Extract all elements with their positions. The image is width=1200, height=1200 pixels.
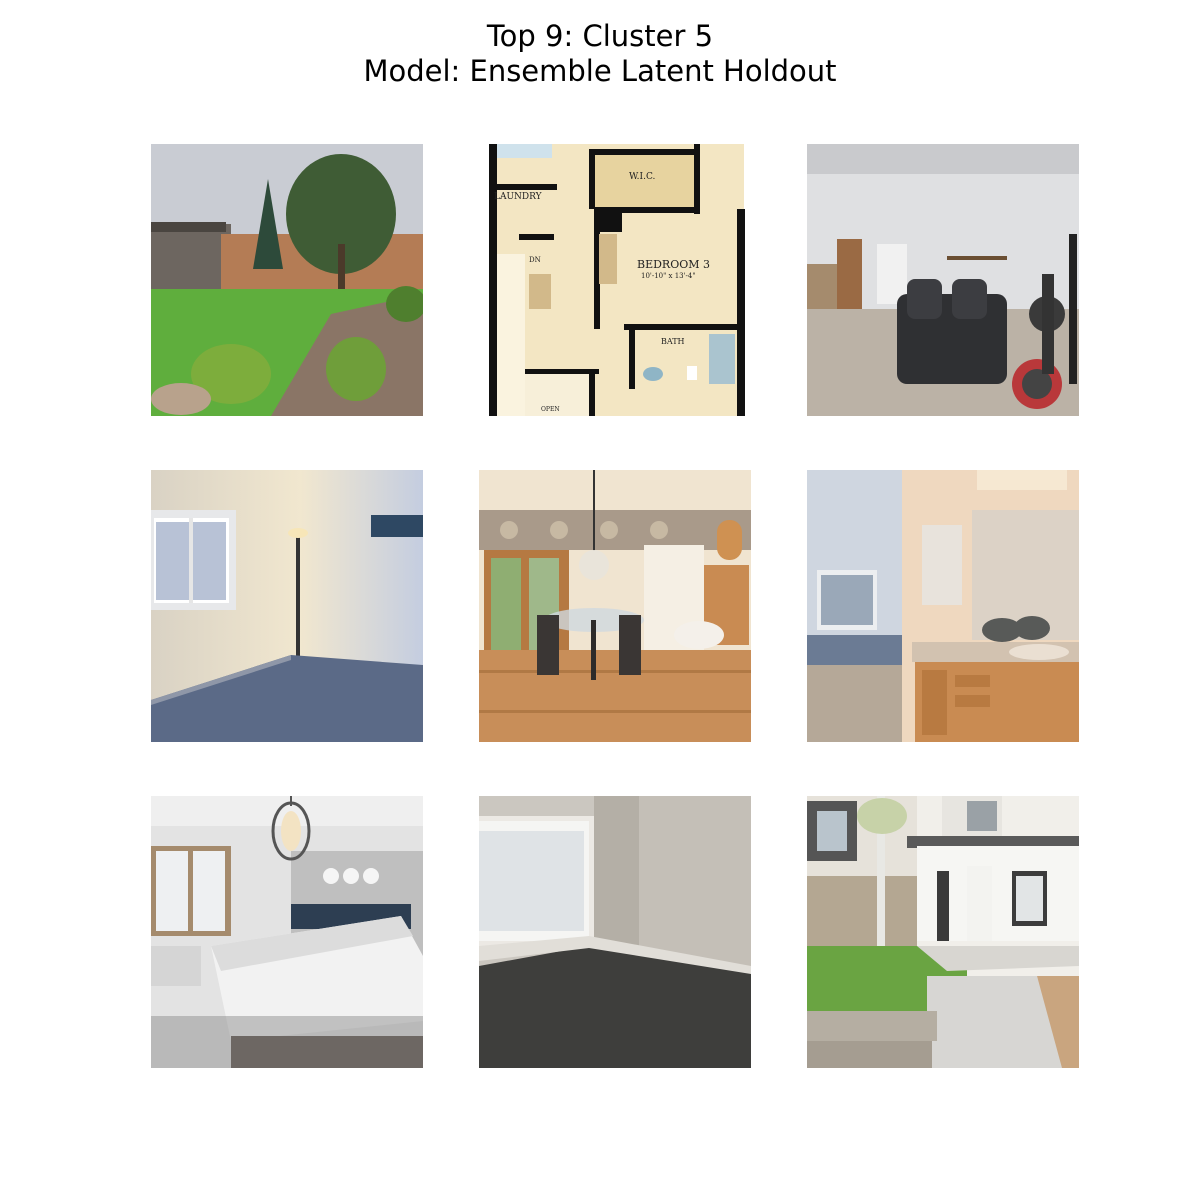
- svg-text:OPEN: OPEN: [541, 406, 560, 413]
- figure-subtitle: Model: Ensemble Latent Holdout: [363, 54, 837, 88]
- image-tile-floor-plan: W.I.C. LAUNDRY DN BEDROOM 3 10'-10" x 13…: [479, 144, 751, 416]
- image-tile-patio: [807, 796, 1079, 1068]
- figure-title: Top 9: Cluster 5: [486, 19, 714, 53]
- image-tile-empty-room: [479, 796, 751, 1068]
- svg-text:LAUNDRY: LAUNDRY: [494, 192, 543, 202]
- svg-text:BATH: BATH: [661, 337, 685, 346]
- image-tile-backyard: [151, 144, 423, 416]
- svg-text:W.I.C.: W.I.C.: [629, 172, 656, 182]
- image-tile-living-room: [807, 144, 1079, 416]
- dining-nook-photo: [479, 470, 751, 742]
- image-tile-empty-bedroom: [151, 470, 423, 742]
- empty-bedroom-photo: [151, 470, 423, 742]
- bedroom-bath-photo: [807, 470, 1079, 742]
- empty-room-photo: [479, 796, 751, 1068]
- image-tile-bedroom-bath: [807, 470, 1079, 742]
- svg-text:BEDROOM 3: BEDROOM 3: [637, 258, 710, 271]
- backyard-photo: [151, 144, 423, 416]
- svg-text:10'-10" x 13'-4": 10'-10" x 13'-4": [641, 272, 696, 280]
- image-tile-master-bedroom: [151, 796, 423, 1068]
- master-bedroom-photo: [151, 796, 423, 1068]
- patio-photo: [807, 796, 1079, 1068]
- floor-plan-drawing: W.I.C. LAUNDRY DN BEDROOM 3 10'-10" x 13…: [479, 144, 751, 416]
- svg-text:DN: DN: [529, 256, 541, 264]
- image-tile-dining-nook: [479, 470, 751, 742]
- living-room-photo: [807, 144, 1079, 416]
